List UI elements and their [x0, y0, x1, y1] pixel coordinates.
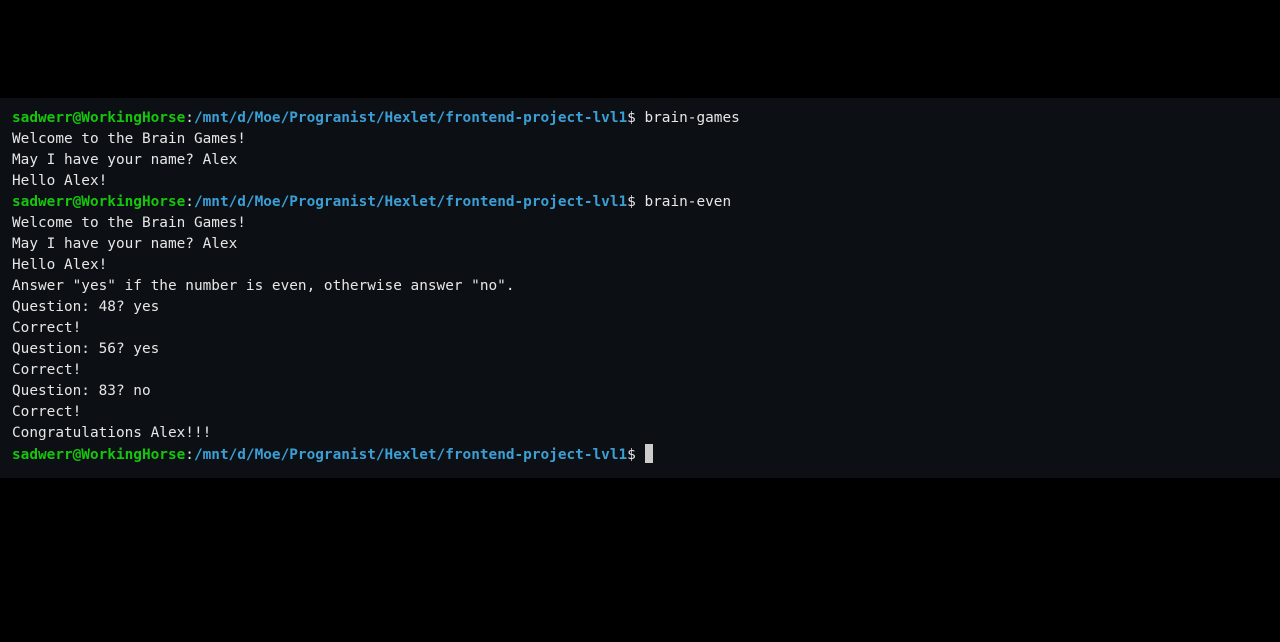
prompt-path: /mnt/d/Moe/Progranist/Hexlet/frontend-pr…: [193, 194, 628, 210]
output-line: May I have your name? Alex: [12, 152, 238, 168]
prompt-symbol: $: [627, 447, 645, 463]
output-line: Congratulations Alex!!!: [12, 425, 212, 441]
prompt-user-host: sadwerr@WorkingHorse: [12, 194, 186, 210]
prompt-line: sadwerr@WorkingHorse:/mnt/d/Moe/Prograni…: [12, 108, 1268, 129]
text-cursor[interactable]: [645, 444, 654, 463]
output-line: Question: 48? yes: [12, 299, 160, 315]
output-line: Correct!: [12, 320, 82, 336]
prompt-separator: :: [185, 194, 194, 210]
prompt-separator: :: [185, 447, 194, 463]
command-text: brain-even: [644, 194, 732, 210]
prompt-symbol: $: [627, 194, 645, 210]
output-line: May I have your name? Alex: [12, 236, 238, 252]
command-text: brain-games: [644, 110, 740, 126]
prompt-line: sadwerr@WorkingHorse:/mnt/d/Moe/Prograni…: [12, 192, 1268, 213]
prompt-line[interactable]: sadwerr@WorkingHorse:/mnt/d/Moe/Prograni…: [12, 444, 1268, 465]
output-line: Question: 83? no: [12, 383, 151, 399]
prompt-symbol: $: [627, 110, 645, 126]
output-line: Welcome to the Brain Games!: [12, 131, 246, 147]
output-line: Correct!: [12, 362, 82, 378]
prompt-user-host: sadwerr@WorkingHorse: [12, 110, 186, 126]
output-line: Hello Alex!: [12, 173, 108, 189]
output-line: Welcome to the Brain Games!: [12, 215, 246, 231]
output-line: Answer "yes" if the number is even, othe…: [12, 278, 515, 294]
prompt-separator: :: [185, 110, 194, 126]
terminal-window[interactable]: sadwerr@WorkingHorse:/mnt/d/Moe/Prograni…: [0, 98, 1280, 478]
prompt-path: /mnt/d/Moe/Progranist/Hexlet/frontend-pr…: [193, 110, 628, 126]
prompt-user-host: sadwerr@WorkingHorse: [12, 447, 186, 463]
prompt-path: /mnt/d/Moe/Progranist/Hexlet/frontend-pr…: [193, 447, 628, 463]
output-line: Hello Alex!: [12, 257, 108, 273]
output-line: Correct!: [12, 404, 82, 420]
output-line: Question: 56? yes: [12, 341, 160, 357]
